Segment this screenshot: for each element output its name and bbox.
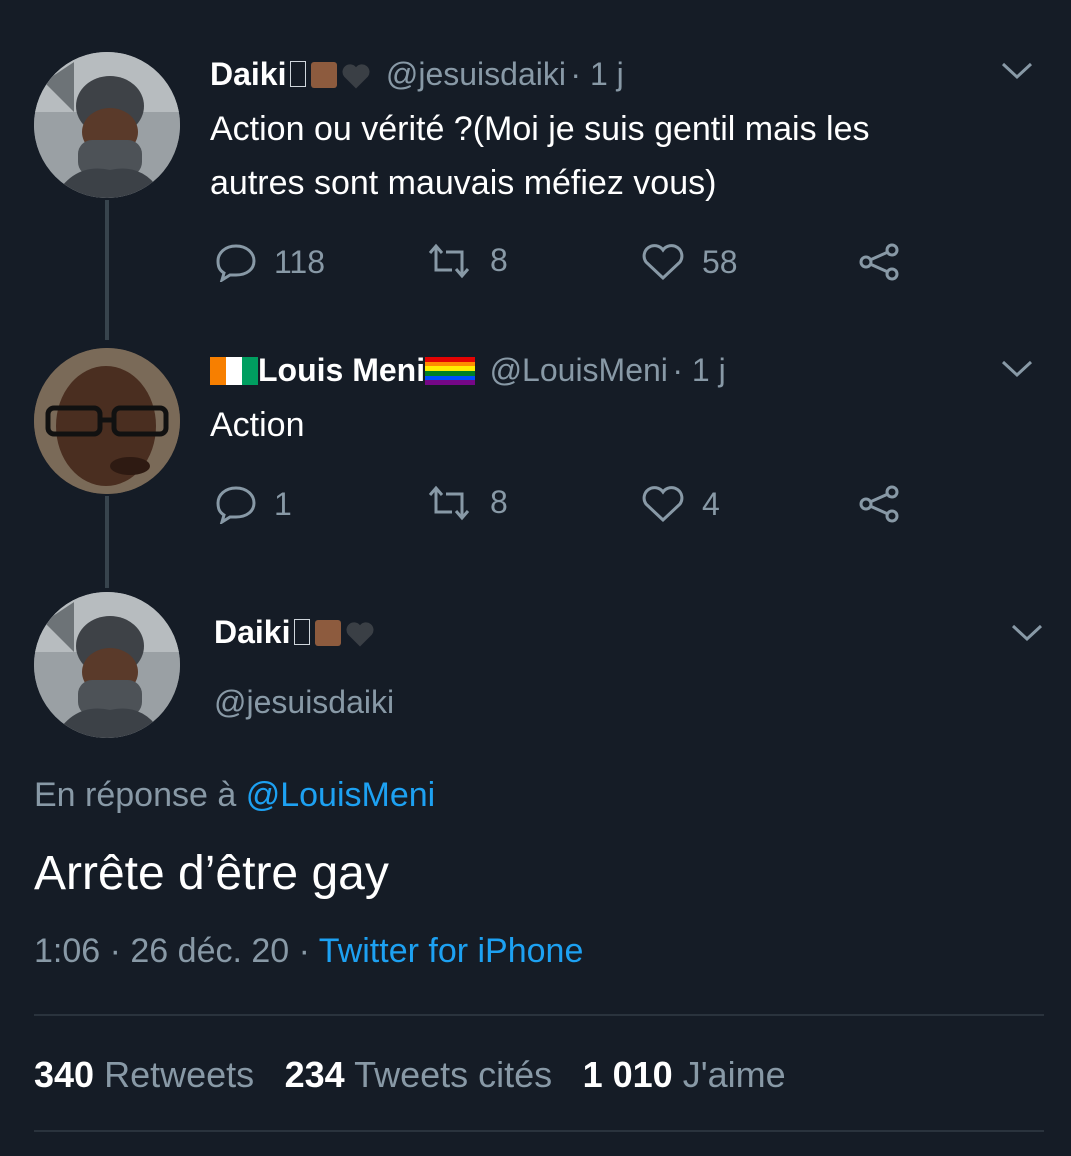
quote-tweets-stat[interactable]: 234 Tweets cités [285, 1054, 553, 1095]
reply-count: 118 [274, 243, 326, 280]
reply-prefix: En réponse à [34, 776, 237, 814]
retweets-stat[interactable]: 340 Retweets [34, 1054, 254, 1095]
retweets-stat-value: 340 [34, 1054, 95, 1095]
reply-to-link[interactable]: @LouisMeni [246, 776, 436, 814]
tweet-header: Daiki @jesuisdaiki · 1 j [210, 56, 624, 95]
thread-line [105, 200, 109, 340]
retweet-icon [428, 243, 470, 278]
like-button[interactable]: 58 [640, 242, 738, 282]
black-heart-emoji [341, 62, 371, 95]
reply-context: En réponse à @LouisMeni [34, 776, 435, 815]
rainbow-flag-emoji [425, 357, 476, 385]
reply-button[interactable]: 118 [214, 242, 325, 282]
timestamp: · 1 j [570, 56, 624, 92]
reply-count: 1 [274, 485, 292, 522]
retweet-button[interactable]: 8 [424, 484, 508, 521]
handle[interactable]: @jesuisdaiki [214, 684, 394, 721]
retweet-count: 8 [490, 484, 508, 520]
handle[interactable]: @jesuisdaiki [386, 56, 566, 92]
reply-button[interactable]: 1 [214, 484, 292, 524]
chevron-down-icon[interactable] [1010, 622, 1044, 649]
chevron-down-icon[interactable] [1000, 358, 1034, 385]
retweet-count: 8 [490, 242, 508, 278]
like-icon [642, 486, 684, 523]
handle[interactable]: @LouisMeni [490, 352, 668, 388]
display-name[interactable]: Louis Meni [258, 352, 425, 388]
reply-icon [216, 486, 256, 524]
chevron-down-icon[interactable] [1000, 60, 1034, 87]
timestamp: · 1 j [672, 352, 726, 388]
quote-tweets-stat-label: Tweets cités [354, 1054, 553, 1095]
tweet-meta: 1:06 · 26 déc. 20 · Twitter for iPhone [34, 932, 583, 971]
reply-icon [216, 244, 256, 282]
brown-square-emoji [314, 620, 341, 646]
unknown-emoji-glyph [294, 619, 311, 645]
main-tweet-text: Arrête d’être gay [34, 847, 389, 900]
tweet-text: Action ou vérité ?(Moi je suis gentil ma… [210, 102, 870, 210]
tweet-text: Action [210, 406, 305, 444]
like-button[interactable]: 4 [640, 484, 720, 524]
tweet-stats: 340 Retweets 234 Tweets cités 1 010 J'ai… [34, 1054, 786, 1096]
unknown-emoji-glyph [290, 61, 307, 87]
share-icon[interactable] [856, 242, 902, 287]
quote-tweets-stat-value: 234 [284, 1054, 345, 1095]
display-name[interactable]: Daiki [210, 56, 286, 92]
avatar[interactable] [34, 348, 180, 494]
divider [34, 1130, 1044, 1132]
tweet-text-line: autres sont mauvais méfiez vous) [210, 164, 717, 202]
likes-stat-value: 1 010 [582, 1054, 673, 1095]
like-count: 58 [702, 243, 738, 280]
likes-stat[interactable]: 1 010 J'aime [583, 1054, 786, 1095]
tweet-timestamp: 1:06 · 26 déc. 20 · [34, 932, 310, 970]
brown-square-emoji [310, 62, 337, 88]
ivory-coast-flag-emoji [210, 357, 258, 385]
tweet-source-link[interactable]: Twitter for iPhone [319, 932, 584, 970]
like-icon [642, 244, 684, 281]
likes-stat-label: J'aime [682, 1054, 786, 1095]
author-name-row: Daiki [214, 614, 375, 653]
divider [34, 1014, 1044, 1016]
retweets-stat-label: Retweets [104, 1054, 255, 1095]
retweet-icon [428, 485, 470, 520]
avatar[interactable] [34, 592, 180, 738]
tweet-header: Louis Meni @LouisMeni · 1 j [210, 352, 726, 389]
thread-line [105, 496, 109, 588]
avatar[interactable] [34, 52, 180, 198]
like-count: 4 [702, 485, 720, 522]
display-name[interactable]: Daiki [214, 614, 290, 650]
share-icon[interactable] [856, 484, 902, 529]
tweet-text-line: Action ou vérité ?(Moi je suis gentil ma… [210, 110, 870, 148]
retweet-button[interactable]: 8 [424, 242, 508, 279]
black-heart-emoji [345, 620, 375, 653]
